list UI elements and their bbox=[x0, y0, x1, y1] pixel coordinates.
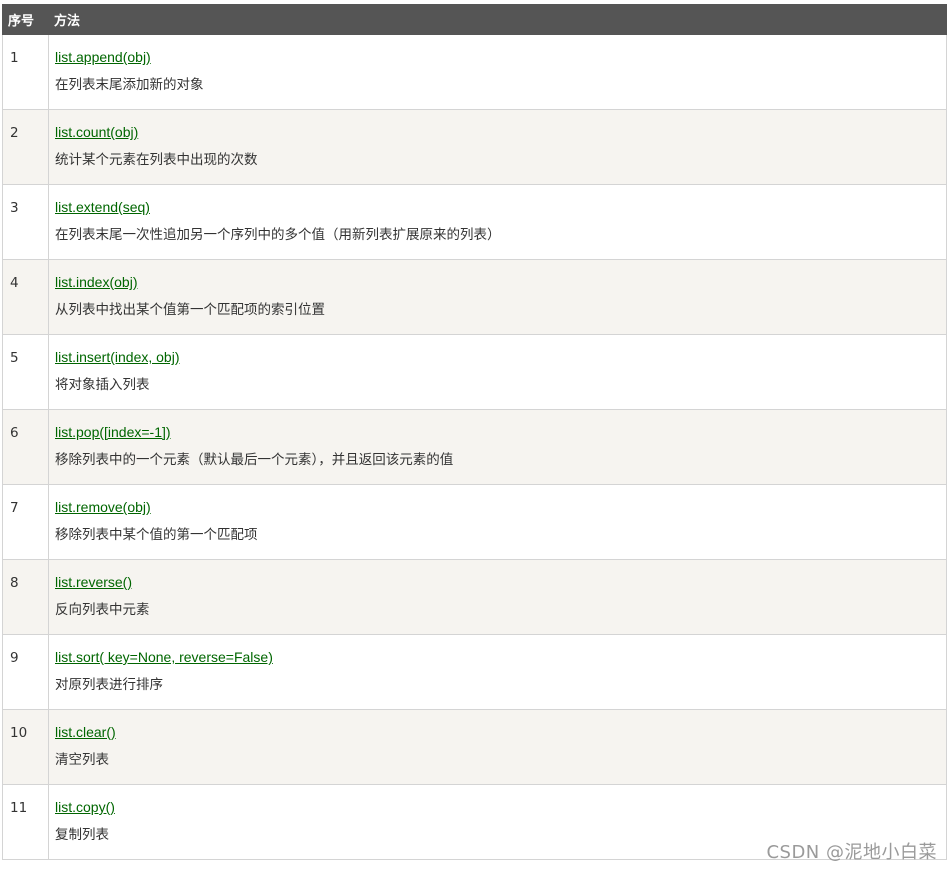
method-cell: list.count(obj) 统计某个元素在列表中出现的次数 bbox=[48, 109, 947, 185]
table-row: 7 list.remove(obj) 移除列表中某个值的第一个匹配项 bbox=[2, 484, 947, 560]
method-link[interactable]: list.pop([index=-1]) bbox=[55, 423, 171, 441]
method-cell: list.sort( key=None, reverse=False) 对原列表… bbox=[48, 634, 947, 710]
table-row: 1 list.append(obj) 在列表末尾添加新的对象 bbox=[2, 34, 947, 110]
method-link[interactable]: list.remove(obj) bbox=[55, 498, 151, 516]
method-link[interactable]: list.index(obj) bbox=[55, 273, 137, 291]
row-number: 3 bbox=[2, 184, 49, 260]
method-description: 移除列表中某个值的第一个匹配项 bbox=[55, 527, 258, 543]
table-row: 3 list.extend(seq) 在列表末尾一次性追加另一个序列中的多个值（… bbox=[2, 184, 947, 260]
row-number: 11 bbox=[2, 784, 49, 860]
method-cell: list.index(obj) 从列表中找出某个值第一个匹配项的索引位置 bbox=[48, 259, 947, 335]
method-description: 统计某个元素在列表中出现的次数 bbox=[55, 152, 258, 168]
method-cell: list.reverse() 反向列表中元素 bbox=[48, 559, 947, 635]
method-description: 移除列表中的一个元素（默认最后一个元素），并且返回该元素的值 bbox=[55, 452, 454, 468]
method-cell: list.append(obj) 在列表末尾添加新的对象 bbox=[48, 34, 947, 110]
table-row: 2 list.count(obj) 统计某个元素在列表中出现的次数 bbox=[2, 109, 947, 185]
row-number: 6 bbox=[2, 409, 49, 485]
method-link[interactable]: list.append(obj) bbox=[55, 48, 151, 66]
method-cell: list.insert(index, obj) 将对象插入列表 bbox=[48, 334, 947, 410]
method-cell: list.pop([index=-1]) 移除列表中的一个元素（默认最后一个元素… bbox=[48, 409, 947, 485]
method-link[interactable]: list.insert(index, obj) bbox=[55, 348, 180, 366]
header-method: 方法 bbox=[48, 4, 947, 35]
method-description: 清空列表 bbox=[55, 752, 109, 768]
method-cell: list.extend(seq) 在列表末尾一次性追加另一个序列中的多个值（用新… bbox=[48, 184, 947, 260]
table-row: 6 list.pop([index=-1]) 移除列表中的一个元素（默认最后一个… bbox=[2, 409, 947, 485]
method-link[interactable]: list.extend(seq) bbox=[55, 198, 150, 216]
method-description: 对原列表进行排序 bbox=[55, 677, 163, 693]
row-number: 4 bbox=[2, 259, 49, 335]
method-cell: list.remove(obj) 移除列表中某个值的第一个匹配项 bbox=[48, 484, 947, 560]
row-number: 7 bbox=[2, 484, 49, 560]
row-number: 5 bbox=[2, 334, 49, 410]
method-description: 在列表末尾添加新的对象 bbox=[55, 77, 204, 93]
method-link[interactable]: list.copy() bbox=[55, 798, 115, 816]
table-row: 8 list.reverse() 反向列表中元素 bbox=[2, 559, 947, 635]
row-number: 9 bbox=[2, 634, 49, 710]
row-number: 10 bbox=[2, 709, 49, 785]
table-header-row: 序号 方法 bbox=[2, 4, 947, 35]
row-number: 1 bbox=[2, 34, 49, 110]
method-link[interactable]: list.count(obj) bbox=[55, 123, 138, 141]
methods-table: 序号 方法 1 list.append(obj) 在列表末尾添加新的对象 2 l… bbox=[2, 4, 947, 860]
method-link[interactable]: list.reverse() bbox=[55, 573, 132, 591]
row-number: 2 bbox=[2, 109, 49, 185]
method-link[interactable]: list.clear() bbox=[55, 723, 116, 741]
table-body: 1 list.append(obj) 在列表末尾添加新的对象 2 list.co… bbox=[2, 34, 947, 860]
table-row: 10 list.clear() 清空列表 bbox=[2, 709, 947, 785]
method-description: 在列表末尾一次性追加另一个序列中的多个值（用新列表扩展原来的列表） bbox=[55, 227, 501, 243]
method-link[interactable]: list.sort( key=None, reverse=False) bbox=[55, 648, 273, 666]
header-number: 序号 bbox=[2, 4, 49, 35]
table-row: 5 list.insert(index, obj) 将对象插入列表 bbox=[2, 334, 947, 410]
method-description: 将对象插入列表 bbox=[55, 377, 150, 393]
method-description: 反向列表中元素 bbox=[55, 602, 150, 618]
table-row: 9 list.sort( key=None, reverse=False) 对原… bbox=[2, 634, 947, 710]
table-row: 4 list.index(obj) 从列表中找出某个值第一个匹配项的索引位置 bbox=[2, 259, 947, 335]
row-number: 8 bbox=[2, 559, 49, 635]
method-description: 从列表中找出某个值第一个匹配项的索引位置 bbox=[55, 302, 325, 318]
csdn-watermark: CSDN @泥地小白菜 bbox=[766, 842, 937, 863]
method-cell: list.clear() 清空列表 bbox=[48, 709, 947, 785]
